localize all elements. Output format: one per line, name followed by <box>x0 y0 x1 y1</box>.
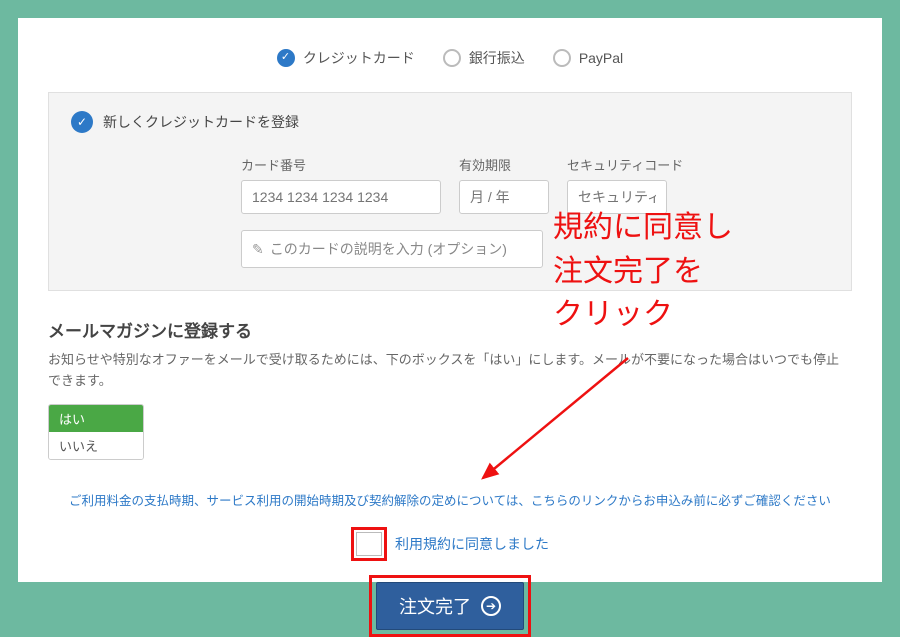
card-number-block: カード番号 <box>241 155 441 214</box>
radio-label: クレジットカード <box>303 48 415 68</box>
register-new-card-option[interactable]: ✓ 新しくクレジットカードを登録 <box>71 111 829 133</box>
annotation-highlight-submit: 注文完了 ➔ <box>369 575 531 637</box>
card-expiry-label: 有効期限 <box>459 155 549 174</box>
card-expiry-block: 有効期限 <box>459 155 549 214</box>
newsletter-no[interactable]: いいえ <box>49 432 143 459</box>
radio-icon <box>553 49 571 67</box>
terms-info-link[interactable]: ご利用料金の支払時期、サービス利用の開始時期及び契約解除の定めについては、こちら… <box>48 490 852 509</box>
agree-terms-label: 利用規約に同意しました <box>395 534 549 554</box>
register-new-label: 新しくクレジットカードを登録 <box>103 112 299 132</box>
check-icon: ✓ <box>71 111 93 133</box>
newsletter-section: メールマガジンに登録する お知らせや特別なオファーをメールで受け取るためには、下… <box>48 317 852 460</box>
radio-bank-transfer[interactable]: 銀行振込 <box>443 48 525 68</box>
checkout-page: クレジットカード 銀行振込 PayPal ✓ 新しくクレジットカードを登録 カー… <box>18 18 882 582</box>
annotation-line2: 注文完了を <box>553 250 733 294</box>
agree-terms-checkbox[interactable] <box>356 532 382 556</box>
annotation-text: 規約に同意し 注文完了を クリック <box>553 206 733 337</box>
annotation-line3: クリック <box>553 293 733 337</box>
radio-label: PayPal <box>579 50 623 66</box>
annotation-highlight-checkbox <box>351 527 387 561</box>
card-number-label: カード番号 <box>241 155 441 174</box>
arrow-right-icon: ➔ <box>481 596 501 616</box>
card-desc-row: ✎ このカードの説明を入力 (オプション) <box>241 230 829 268</box>
newsletter-yes[interactable]: はい <box>49 405 143 432</box>
submit-label: 注文完了 <box>399 593 471 619</box>
check-icon <box>277 49 295 67</box>
radio-paypal[interactable]: PayPal <box>553 49 623 67</box>
card-expiry-input[interactable] <box>459 180 549 214</box>
order-complete-button[interactable]: 注文完了 ➔ <box>376 582 524 630</box>
pencil-icon: ✎ <box>252 241 264 258</box>
card-description-placeholder: このカードの説明を入力 (オプション) <box>270 239 507 259</box>
card-fields-row: カード番号 有効期限 セキュリティコード <box>241 155 829 214</box>
newsletter-toggle[interactable]: はい いいえ <box>48 404 144 460</box>
radio-icon <box>443 49 461 67</box>
card-number-input[interactable] <box>241 180 441 214</box>
card-security-label: セキュリティコード <box>567 155 683 174</box>
card-description-input[interactable]: ✎ このカードの説明を入力 (オプション) <box>241 230 543 268</box>
payment-method-row: クレジットカード 銀行振込 PayPal <box>48 48 852 68</box>
radio-label: 銀行振込 <box>469 48 525 68</box>
agree-terms-row: 利用規約に同意しました <box>48 527 852 561</box>
radio-credit-card[interactable]: クレジットカード <box>277 48 415 68</box>
submit-row: 注文完了 ➔ <box>48 575 852 637</box>
newsletter-desc: お知らせや特別なオファーをメールで受け取るためには、下のボックスを「はい」にしま… <box>48 350 852 392</box>
annotation-line1: 規約に同意し <box>553 206 733 250</box>
